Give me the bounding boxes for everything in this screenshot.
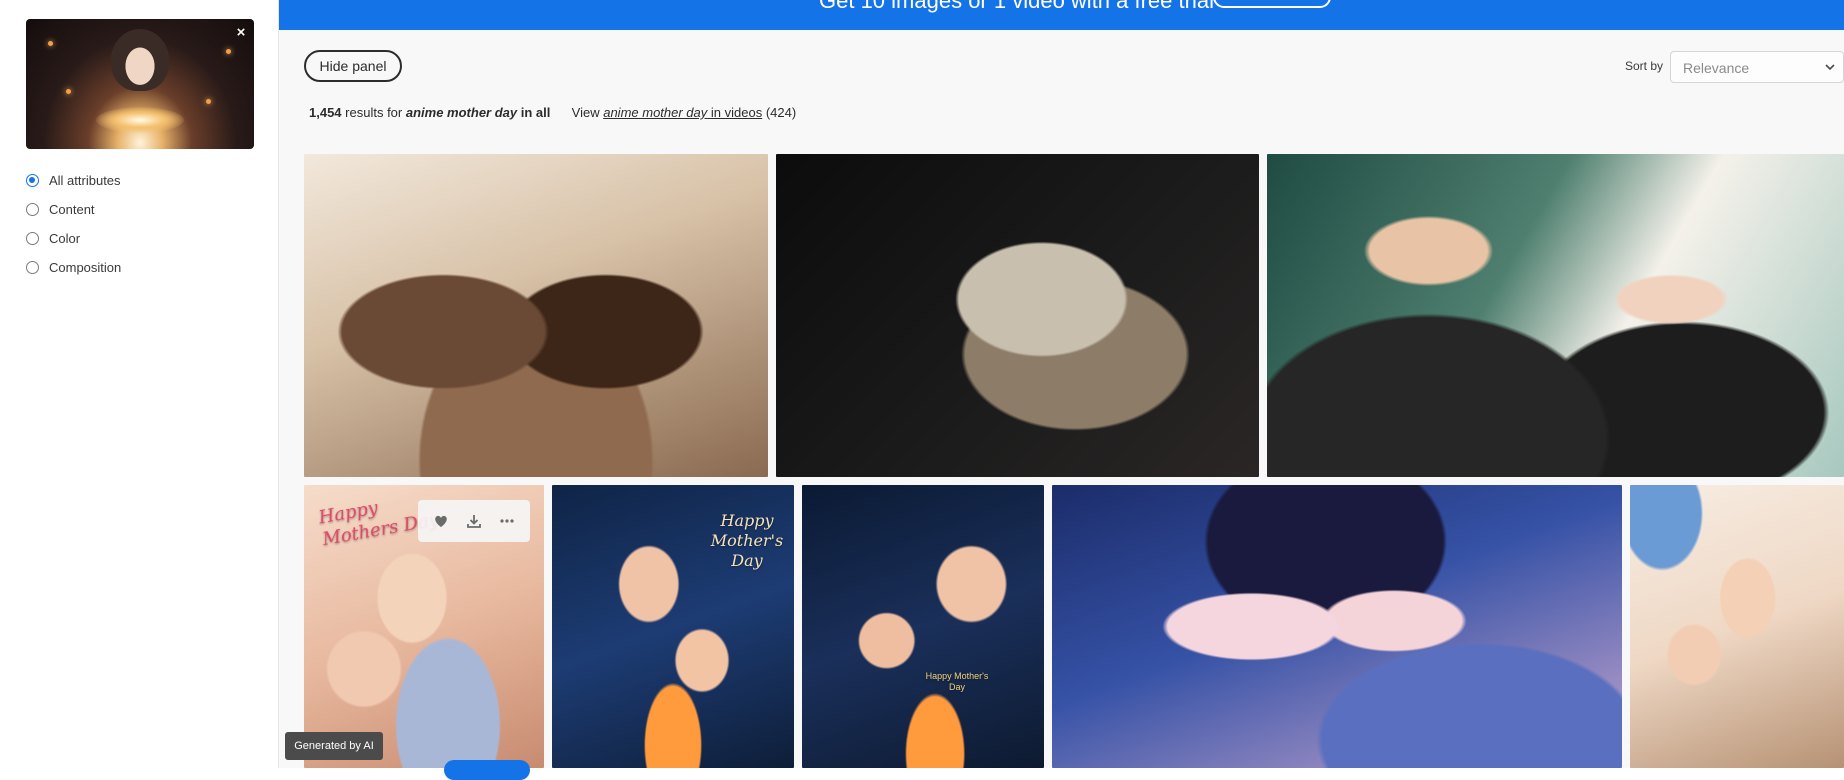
image-tile[interactable]: Happy Mother's Day bbox=[552, 485, 794, 768]
radio-label: Color bbox=[49, 230, 81, 246]
radio-button[interactable] bbox=[26, 231, 39, 245]
results-prefix: results for bbox=[345, 105, 403, 120]
hide-panel-button[interactable]: Hide panel bbox=[304, 50, 402, 82]
image-tile[interactable] bbox=[1267, 154, 1844, 477]
radio-all-attributes[interactable]: All attributes bbox=[26, 170, 121, 190]
view-link-query[interactable]: anime mother day bbox=[603, 105, 707, 120]
thumbnail-spark bbox=[206, 99, 211, 104]
chevron-down-icon bbox=[1825, 64, 1835, 71]
heart-icon[interactable] bbox=[432, 512, 450, 530]
results-query: anime mother day bbox=[405, 105, 518, 120]
close-icon[interactable]: × bbox=[232, 24, 250, 42]
results-summary: 1,454 results for anime mother day in al… bbox=[309, 105, 796, 120]
thumbnail-spark bbox=[226, 49, 231, 54]
license-button[interactable] bbox=[444, 760, 530, 780]
tile-caption: Happy Mother's Day bbox=[925, 671, 989, 692]
download-icon[interactable] bbox=[465, 512, 483, 530]
image-tile[interactable] bbox=[1630, 485, 1844, 768]
radio-color[interactable]: Color bbox=[26, 228, 80, 248]
view-link-suffix[interactable]: in videos bbox=[711, 105, 762, 120]
radio-label: All attributes bbox=[49, 172, 121, 188]
radio-button[interactable] bbox=[26, 260, 39, 274]
view-label: View bbox=[571, 105, 600, 120]
view-videos-link[interactable]: anime mother day in videos bbox=[603, 105, 762, 120]
tile-caption: Happy Mother's Day bbox=[710, 511, 784, 570]
image-tile[interactable]: Happy Mother's Day bbox=[802, 485, 1044, 768]
image-tile[interactable] bbox=[1052, 485, 1622, 768]
sort-label: Sort by bbox=[1625, 59, 1664, 73]
image-tile[interactable] bbox=[776, 154, 1259, 477]
tile-actions-bar bbox=[418, 500, 530, 542]
sort-select[interactable]: Relevance bbox=[1670, 51, 1844, 83]
radio-label: Content bbox=[49, 201, 95, 217]
image-tile[interactable] bbox=[304, 154, 768, 477]
radio-button[interactable] bbox=[26, 202, 39, 216]
results-scope: in all bbox=[520, 105, 551, 120]
radio-label: Composition bbox=[49, 259, 122, 275]
thumbnail-spark bbox=[48, 41, 53, 46]
thumbnail-spark bbox=[66, 89, 71, 94]
reference-image-thumbnail[interactable] bbox=[26, 19, 254, 149]
results-count: 1,454 bbox=[309, 105, 342, 120]
banner-text: Get 10 images or 1 video with a free tri… bbox=[819, 0, 1214, 13]
banner-button[interactable] bbox=[1213, 0, 1331, 8]
results-area: Get 10 images or 1 video with a free tri… bbox=[279, 0, 1844, 768]
radio-content[interactable]: Content bbox=[26, 199, 95, 219]
thumbnail-figure bbox=[111, 29, 169, 91]
sort-value: Relevance bbox=[1683, 60, 1750, 76]
radio-composition[interactable]: Composition bbox=[26, 257, 121, 277]
video-count: (424) bbox=[765, 105, 797, 120]
promo-banner: Get 10 images or 1 video with a free tri… bbox=[279, 0, 1844, 30]
more-icon[interactable] bbox=[498, 512, 516, 530]
thumbnail-glow bbox=[96, 107, 184, 133]
generated-by-ai-badge: Generated by AI bbox=[285, 732, 383, 760]
filter-panel: × All attributes Content Color Compositi… bbox=[0, 0, 279, 768]
radio-button[interactable] bbox=[26, 173, 39, 187]
